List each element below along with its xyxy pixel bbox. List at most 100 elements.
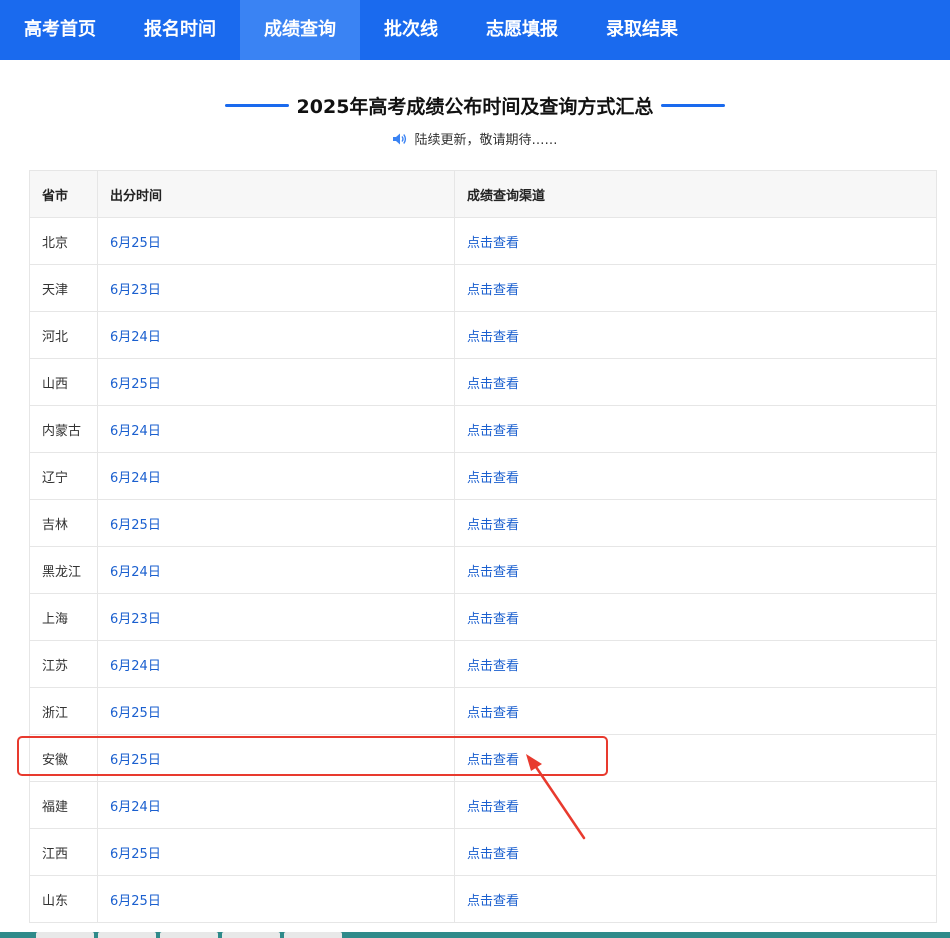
view-link[interactable]: 点击查看 — [467, 283, 519, 298]
view-link[interactable]: 点击查看 — [467, 377, 519, 392]
nav-item-score-query[interactable]: 成绩查询 — [240, 0, 360, 60]
view-link[interactable]: 点击查看 — [467, 612, 519, 627]
column-header-province: 省市 — [29, 170, 98, 218]
time-cell: 6月25日 — [97, 499, 455, 547]
table-row: 内蒙古 6月24日 点击查看 — [29, 405, 937, 453]
link-cell: 点击查看 — [454, 828, 937, 876]
nav-item-home[interactable]: 高考首页 — [0, 0, 120, 60]
table-row: 天津 6月23日 点击查看 — [29, 264, 937, 312]
time-cell: 6月25日 — [97, 828, 455, 876]
time-cell: 6月24日 — [97, 311, 455, 359]
time-cell: 6月24日 — [97, 640, 455, 688]
time-cell: 6月25日 — [97, 734, 455, 782]
page-title: 2025年高考成绩公布时间及查询方式汇总 — [296, 96, 654, 118]
province-cell: 江西 — [29, 828, 98, 876]
link-cell: 点击查看 — [454, 546, 937, 594]
view-link[interactable]: 点击查看 — [467, 800, 519, 815]
title-left-line — [224, 104, 289, 107]
time-cell: 6月24日 — [97, 405, 455, 453]
link-cell: 点击查看 — [454, 264, 937, 312]
subtitle-text: 陆续更新，敬请期待…… — [414, 133, 558, 148]
table-row: 山东 6月25日 点击查看 — [29, 875, 937, 923]
link-cell: 点击查看 — [454, 452, 937, 500]
column-header-channel: 成绩查询渠道 — [454, 170, 937, 218]
province-cell: 内蒙古 — [29, 405, 98, 453]
link-cell: 点击查看 — [454, 593, 937, 641]
speaker-icon — [393, 133, 407, 145]
link-cell: 点击查看 — [454, 687, 937, 735]
view-link[interactable]: 点击查看 — [467, 471, 519, 486]
bottom-tab[interactable] — [36, 932, 94, 938]
link-cell: 点击查看 — [454, 734, 937, 782]
province-cell: 上海 — [29, 593, 98, 641]
time-cell: 6月25日 — [97, 875, 455, 923]
link-cell: 点击查看 — [454, 499, 937, 547]
province-cell: 北京 — [29, 217, 98, 265]
title-right-line — [661, 104, 726, 107]
province-cell: 山西 — [29, 358, 98, 406]
view-link[interactable]: 点击查看 — [467, 424, 519, 439]
link-cell: 点击查看 — [454, 405, 937, 453]
province-cell: 福建 — [29, 781, 98, 829]
province-cell: 吉林 — [29, 499, 98, 547]
table-row: 吉林 6月25日 点击查看 — [29, 499, 937, 547]
nav-item-admission[interactable]: 录取结果 — [582, 0, 702, 60]
view-link[interactable]: 点击查看 — [467, 659, 519, 674]
view-link[interactable]: 点击查看 — [467, 753, 519, 768]
province-cell: 黑龙江 — [29, 546, 98, 594]
province-cell: 天津 — [29, 264, 98, 312]
table-row: 山西 6月25日 点击查看 — [29, 358, 937, 406]
view-link[interactable]: 点击查看 — [467, 565, 519, 580]
time-cell: 6月25日 — [97, 217, 455, 265]
link-cell: 点击查看 — [454, 875, 937, 923]
province-cell: 安徽 — [29, 734, 98, 782]
time-cell: 6月23日 — [97, 264, 455, 312]
view-link[interactable]: 点击查看 — [467, 894, 519, 909]
link-cell: 点击查看 — [454, 217, 937, 265]
nav-item-application[interactable]: 志愿填报 — [462, 0, 582, 60]
time-cell: 6月25日 — [97, 687, 455, 735]
table-row: 河北 6月24日 点击查看 — [29, 311, 937, 359]
table-row: 辽宁 6月24日 点击查看 — [29, 452, 937, 500]
view-link[interactable]: 点击查看 — [467, 706, 519, 721]
bottom-tab[interactable] — [222, 932, 280, 938]
nav-item-batch-line[interactable]: 批次线 — [360, 0, 462, 60]
table-row: 北京 6月25日 点击查看 — [29, 217, 937, 265]
province-cell: 山东 — [29, 875, 98, 923]
bottom-tab[interactable] — [284, 932, 342, 938]
time-cell: 6月24日 — [97, 452, 455, 500]
bottom-tab[interactable] — [98, 932, 156, 938]
bottom-tab[interactable] — [160, 932, 218, 938]
score-table: 省市 出分时间 成绩查询渠道 北京 6月25日 点击查看 天津 6月23日 点击查看 河… — [29, 170, 937, 923]
link-cell: 点击查看 — [454, 781, 937, 829]
title-wrap: 2025年高考成绩公布时间及查询方式汇总 — [0, 92, 950, 119]
province-cell: 江苏 — [29, 640, 98, 688]
link-cell: 点击查看 — [454, 358, 937, 406]
view-link[interactable]: 点击查看 — [467, 330, 519, 345]
table-row: 浙江 6月25日 点击查看 — [29, 687, 937, 735]
table-row: 安徽 6月25日 点击查看 — [29, 734, 937, 782]
province-cell: 河北 — [29, 311, 98, 359]
top-nav: 高考首页 报名时间 成绩查询 批次线 志愿填报 录取结果 — [0, 0, 950, 60]
table-row: 黑龙江 6月24日 点击查看 — [29, 546, 937, 594]
time-cell: 6月25日 — [97, 358, 455, 406]
subtitle: 陆续更新，敬请期待…… — [0, 129, 950, 148]
link-cell: 点击查看 — [454, 640, 937, 688]
view-link[interactable]: 点击查看 — [467, 236, 519, 251]
time-cell: 6月24日 — [97, 781, 455, 829]
bottom-bar — [0, 932, 950, 938]
table-row: 江苏 6月24日 点击查看 — [29, 640, 937, 688]
nav-item-registration[interactable]: 报名时间 — [120, 0, 240, 60]
province-cell: 辽宁 — [29, 452, 98, 500]
link-cell: 点击查看 — [454, 311, 937, 359]
column-header-time: 出分时间 — [97, 170, 455, 218]
province-cell: 浙江 — [29, 687, 98, 735]
view-link[interactable]: 点击查看 — [467, 518, 519, 533]
table-row: 福建 6月24日 点击查看 — [29, 781, 937, 829]
time-cell: 6月23日 — [97, 593, 455, 641]
time-cell: 6月24日 — [97, 546, 455, 594]
page-title-container: 2025年高考成绩公布时间及查询方式汇总 — [217, 92, 734, 119]
view-link[interactable]: 点击查看 — [467, 847, 519, 862]
table-row: 江西 6月25日 点击查看 — [29, 828, 937, 876]
table-header-row: 省市 出分时间 成绩查询渠道 — [29, 170, 937, 218]
